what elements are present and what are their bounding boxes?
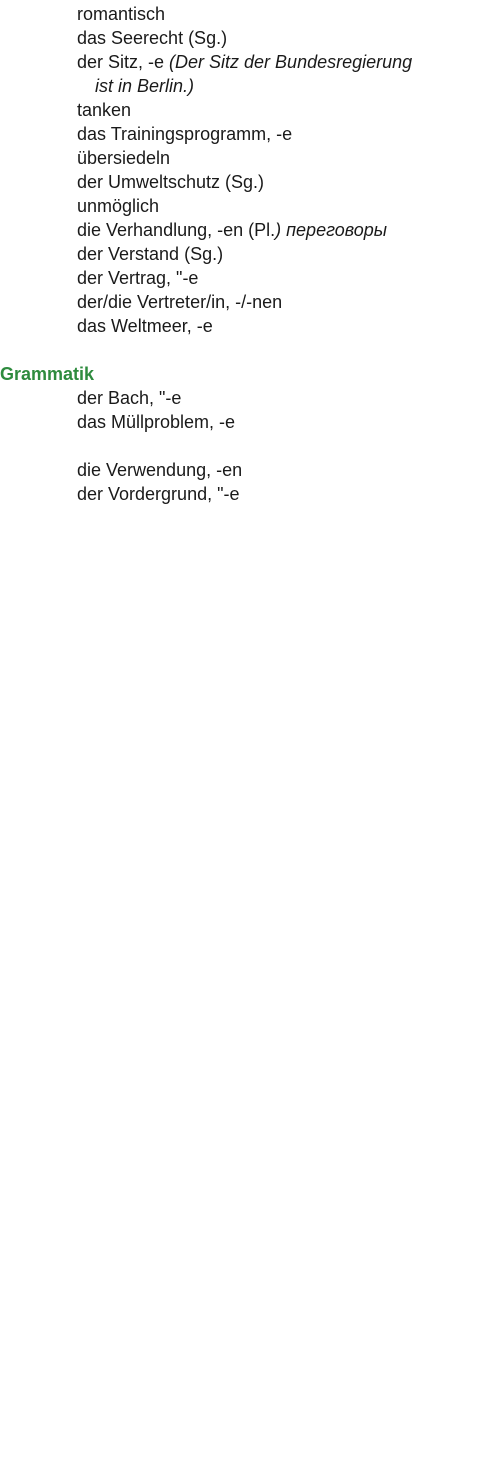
vocabulary-page: romantisch das Seerecht (Sg.) der Sitz, … xyxy=(0,0,503,1468)
vocab-entry: der Umweltschutz (Sg.) xyxy=(77,170,264,194)
vocab-word: der Sitz, -e xyxy=(77,52,170,72)
grammatik-entry: das Müllproblem, -e xyxy=(77,410,235,434)
vocab-word: unmöglich xyxy=(77,196,160,216)
vocab-word: der Umweltschutz (Sg.) xyxy=(77,172,265,192)
vocab-entry: das Seerecht (Sg.) xyxy=(77,26,227,50)
vocab-word: übersiedeln xyxy=(77,148,171,168)
vocab-entry: die Verhandlung, -en (Pl.) переговоры xyxy=(77,218,387,242)
vocab-word: der Verstand (Sg.) xyxy=(77,244,224,264)
vocab-word: das Müllproblem, -e xyxy=(77,412,236,432)
vocab-word: die Verhandlung, -en (Pl. xyxy=(77,220,276,240)
vocab-word: romantisch xyxy=(77,4,166,24)
vocab-translation: ) переговоры xyxy=(275,220,388,240)
vocab-entry: das Weltmeer, -e xyxy=(77,314,213,338)
vocab-word: tanken xyxy=(77,100,132,120)
vocab-word: der Vordergrund, "-e xyxy=(77,484,240,504)
vocab-entry: der/die Vertreter/in, -/-nen xyxy=(77,290,282,314)
vocab-entry: der Sitz, -e (Der Sitz der Bundesregieru… xyxy=(77,50,412,98)
section-heading-grammatik: Grammatik xyxy=(0,364,95,384)
vocab-example-continuation: ist in Berlin.) xyxy=(95,76,195,96)
grammatik-entry: die Verwendung, -en xyxy=(77,458,242,482)
vocab-word: der Bach, "-e xyxy=(77,388,182,408)
grammatik-entry: der Vordergrund, "-e xyxy=(77,482,239,506)
vocab-entry: unmöglich xyxy=(77,194,159,218)
vocab-example: (Der Sitz der Bundesregierung xyxy=(169,52,413,72)
vocab-entry: der Verstand (Sg.) xyxy=(77,242,223,266)
vocab-entry: übersiedeln xyxy=(77,146,170,170)
vocab-entry: tanken xyxy=(77,98,131,122)
vocab-entry: romantisch xyxy=(77,2,165,26)
grammatik-entry: der Bach, "-e xyxy=(77,386,181,410)
vocab-word: das Weltmeer, -e xyxy=(77,316,213,336)
vocab-word: der/die Vertreter/in, -/-nen xyxy=(77,292,283,312)
vocab-word: das Seerecht (Sg.) xyxy=(77,28,228,48)
vocab-entry: der Vertrag, "-e xyxy=(77,266,198,290)
vocab-word: der Vertrag, "-e xyxy=(77,268,199,288)
vocab-word: das Trainingsprogramm, -e xyxy=(77,124,293,144)
vocab-entry: das Trainingsprogramm, -e xyxy=(77,122,292,146)
vocab-word: die Verwendung, -en xyxy=(77,460,243,480)
